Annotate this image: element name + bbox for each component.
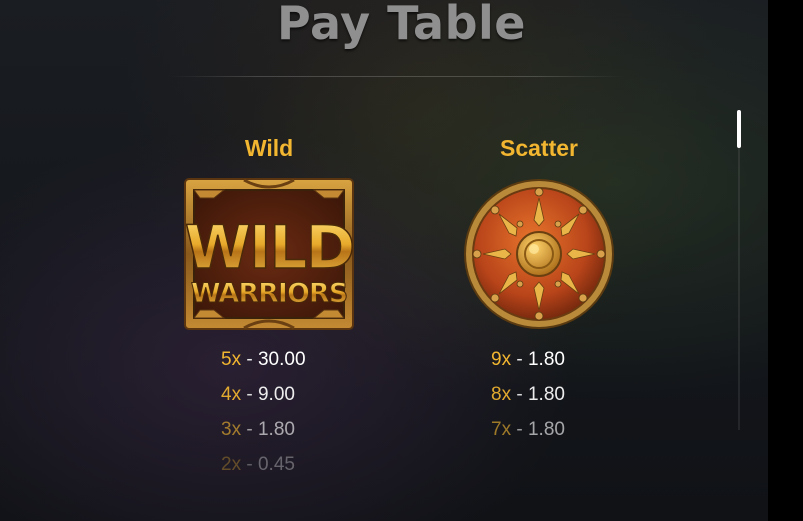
scrollbar-track[interactable]	[738, 110, 740, 430]
logo-text-wild: WILD	[185, 213, 354, 283]
symbol-name: Wild	[244, 135, 294, 161]
scatter-symbol-card: Scatter 9x - 1.80 8x - 1.80 7x - 1.80	[419, 130, 659, 447]
paytable-list: 5x - 30.00 4x - 9.00 3x - 1.80 2x - 0.45	[149, 342, 389, 482]
pay-row: 5x - 30.00	[221, 349, 306, 370]
side-border	[768, 0, 803, 521]
pay-row: 2x - 0.45	[221, 454, 295, 475]
pay-row: 3x - 1.80	[221, 419, 295, 440]
pay-row: 8x - 1.80	[491, 384, 565, 405]
paytable-list: 9x - 1.80 8x - 1.80 7x - 1.80	[419, 342, 659, 447]
shield-icon	[464, 179, 614, 329]
scrollbar-thumb[interactable]	[737, 110, 741, 148]
wild-symbol-card: Wild WILD WARRIORS 5x - 30.00 4x - 9.00 …	[149, 130, 389, 482]
pay-row: 9x - 1.80	[491, 349, 565, 370]
pay-row: 7x - 1.80	[491, 419, 565, 440]
wild-warriors-logo: WILD WARRIORS	[184, 178, 354, 330]
symbol-name: Scatter	[500, 135, 578, 161]
logo-text-warriors: WARRIORS	[191, 278, 347, 309]
page-title: Pay Table	[277, 0, 526, 50]
pay-row: 4x - 9.00	[221, 384, 295, 405]
title-divider	[170, 76, 625, 77]
